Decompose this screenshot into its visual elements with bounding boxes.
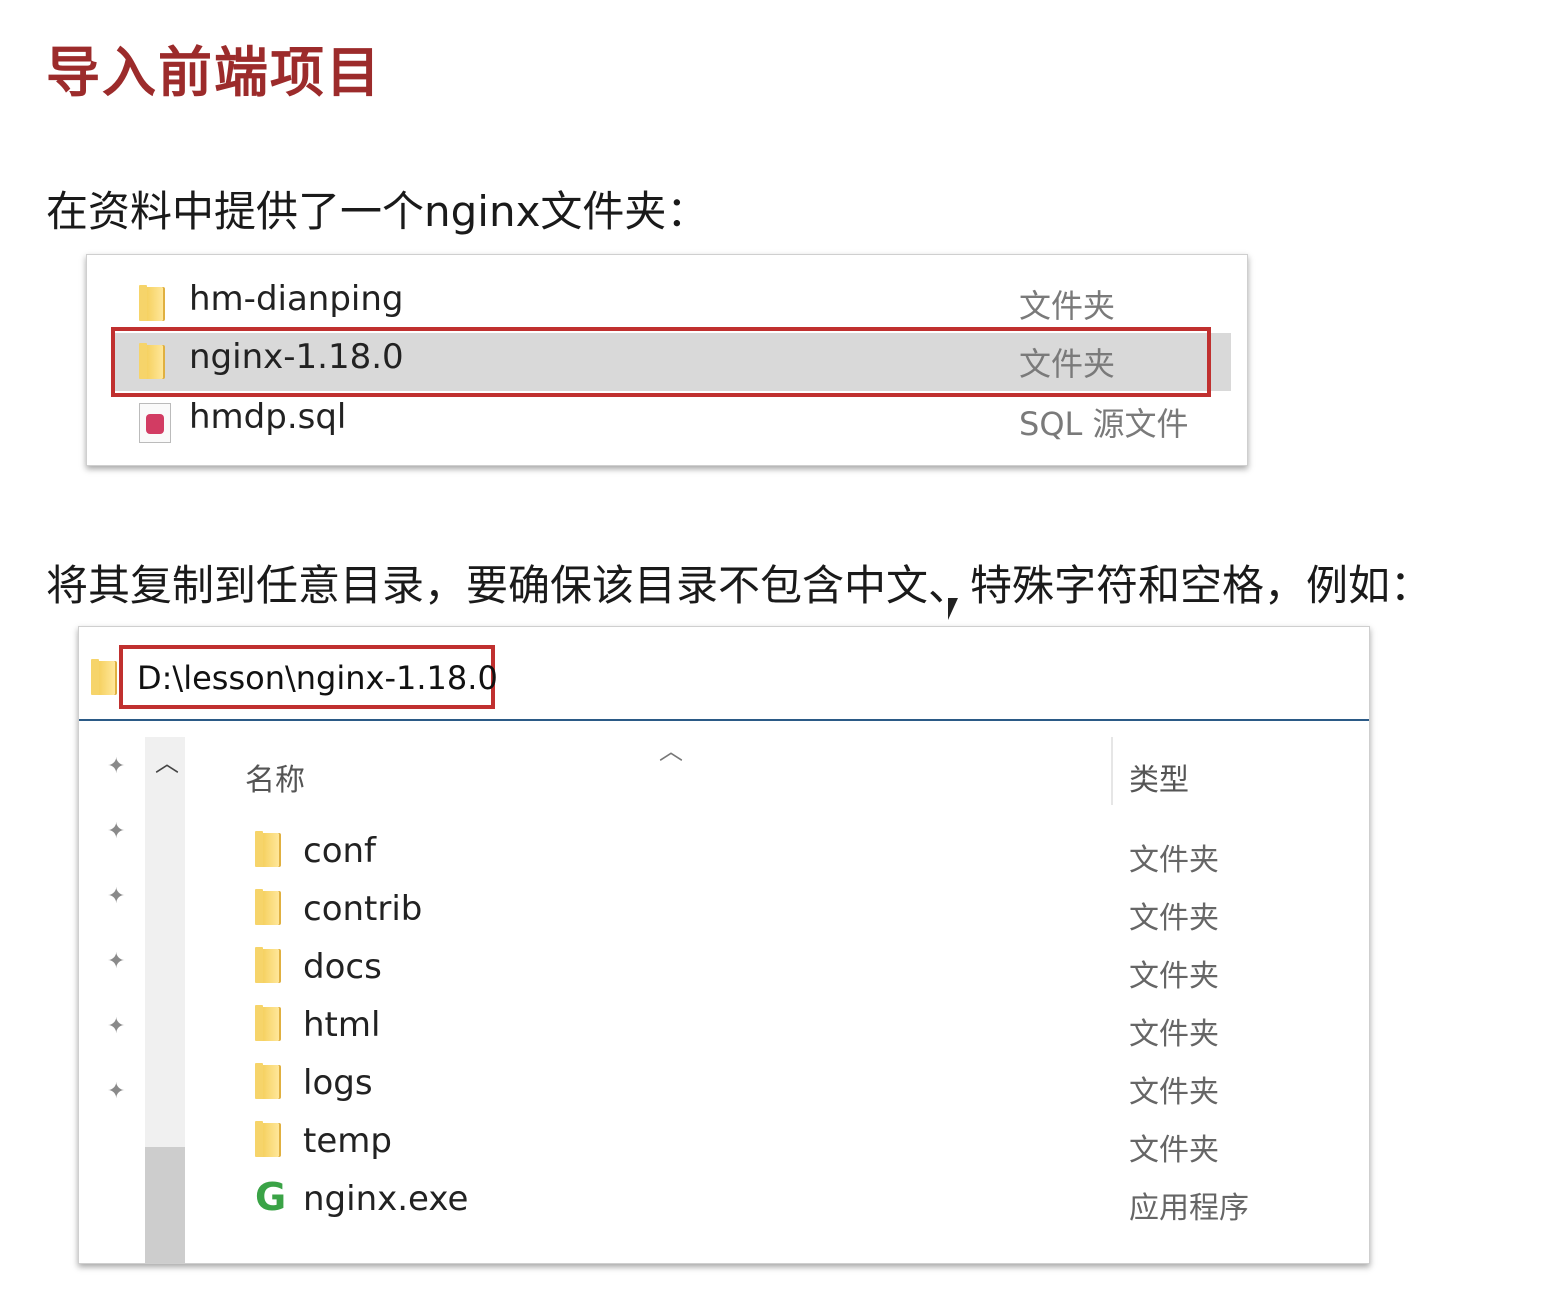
folder-icon [139,285,165,323]
file-type: 应用程序 [1129,1191,1249,1226]
folder-icon [255,1063,281,1101]
pin-icon[interactable]: ✦ [107,1080,131,1104]
highlight-box [111,327,1211,397]
instruction-text: 将其复制到任意目录，要确保该目录不包含中文、特殊字符和空格，例如： [46,561,1433,610]
file-row-hm-dianping[interactable]: hm-dianping 文件夹 [117,275,1227,333]
file-row-logs[interactable]: logs 文件夹 [249,1059,1349,1117]
pin-icon[interactable]: ✦ [107,1015,131,1039]
file-name: hmdp.sql [189,397,347,437]
pin-icon[interactable]: ✦ [107,950,131,974]
pin-icon[interactable]: ✦ [107,755,131,779]
file-type: 文件夹 [1129,843,1219,878]
address-path[interactable]: D:\lesson\nginx-1.18.0 [137,659,498,697]
explorer-window: D:\lesson\nginx-1.18.0 ✦ ✦ ✦ ✦ ✦ ✦ ︿ ︿ 名… [78,626,1370,1264]
file-row-hmdp-sql[interactable]: hmdp.sql SQL 源文件 [117,393,1227,451]
file-type: 文件夹 [1129,901,1219,936]
file-row-contrib[interactable]: contrib 文件夹 [249,885,1349,943]
file-name: conf [303,831,377,871]
file-name: logs [303,1063,373,1103]
file-type: 文件夹 [1129,1133,1219,1168]
file-name: temp [303,1121,392,1161]
file-type: 文件夹 [1129,1017,1219,1052]
folder-icon [91,659,117,697]
folder-icon [255,889,281,927]
file-type: 文件夹 [1129,1075,1219,1110]
column-divider[interactable] [1111,737,1113,805]
nav-scrollbar[interactable]: ︿ [145,737,185,1263]
folder-icon [255,1121,281,1159]
file-name: docs [303,947,382,987]
file-row-conf[interactable]: conf 文件夹 [249,827,1349,885]
column-header-type[interactable]: 类型 [1129,755,1189,799]
column-header-name[interactable]: 名称 [245,755,305,799]
file-type: 文件夹 [1129,959,1219,994]
file-name: nginx.exe [303,1179,469,1219]
file-type: 文件夹 [1019,287,1116,325]
folder-icon [255,947,281,985]
page-title: 导入前端项目 [46,41,382,104]
mouse-cursor-icon [948,598,958,620]
pin-icon[interactable]: ✦ [107,885,131,909]
quick-access-pins: ✦ ✦ ✦ ✦ ✦ ✦ [107,755,131,1145]
folder-icon [255,1005,281,1043]
sql-file-icon [139,403,171,443]
file-listing-panel: hm-dianping 文件夹 nginx-1.18.0 文件夹 hmdp.sq… [86,254,1248,466]
intro-text: 在资料中提供了一个nginx文件夹： [46,187,709,236]
nginx-exe-icon: G [255,1175,287,1219]
file-row-nginx-exe[interactable]: G nginx.exe 应用程序 [249,1175,1349,1233]
address-bar[interactable]: D:\lesson\nginx-1.18.0 [79,627,1369,721]
chevron-up-icon[interactable]: ︿ [155,743,179,778]
file-row-html[interactable]: html 文件夹 [249,1001,1349,1059]
file-name: contrib [303,889,423,929]
file-row-docs[interactable]: docs 文件夹 [249,943,1349,1001]
sort-caret-icon: ︿ [659,737,683,765]
file-row-temp[interactable]: temp 文件夹 [249,1117,1349,1175]
pin-icon[interactable]: ✦ [107,820,131,844]
file-type: SQL 源文件 [1019,405,1189,443]
folder-icon [255,831,281,869]
file-name: html [303,1005,381,1045]
scrollbar-thumb[interactable] [145,1147,185,1263]
file-name: hm-dianping [189,279,404,319]
